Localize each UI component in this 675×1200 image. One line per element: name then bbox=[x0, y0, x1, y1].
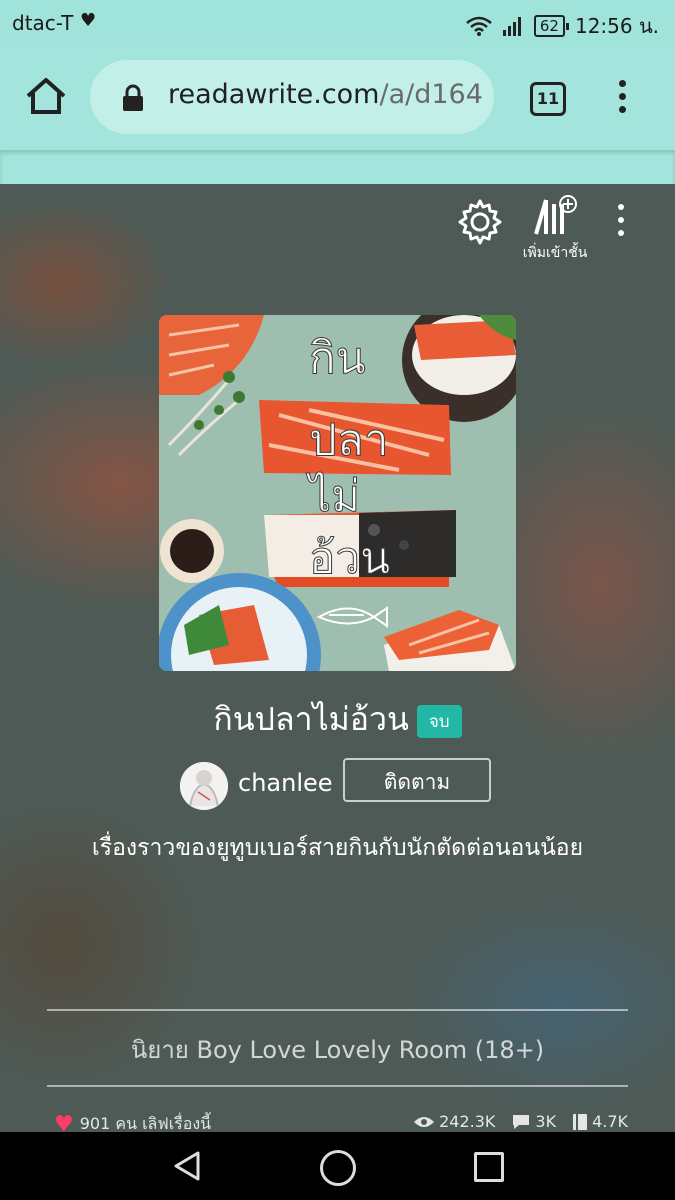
battery-icon: 62 bbox=[533, 15, 570, 37]
novel-title-row: กินปลาไม่อ้วน จบ bbox=[0, 694, 675, 745]
heart-icon: ♥ bbox=[54, 1112, 74, 1132]
browser-menu-icon[interactable] bbox=[612, 80, 632, 116]
count-stats: 242.3K 3K 4.7K bbox=[413, 1112, 628, 1131]
comments-count: 3K bbox=[535, 1112, 557, 1131]
health-icon: ♥ bbox=[80, 10, 97, 31]
add-shelf-icon bbox=[534, 195, 577, 235]
book-icon bbox=[573, 1113, 588, 1130]
author-avatar[interactable] bbox=[180, 762, 228, 810]
novel-title: กินปลาไม่อ้วน bbox=[213, 700, 409, 738]
chapters-stat: 4.7K bbox=[572, 1112, 628, 1131]
novel-stats: ♥ 901 คน เลิฟเรื่องนี้ 242.3K 3K 4.7K bbox=[0, 1108, 675, 1132]
follow-button[interactable]: ติดตาม bbox=[343, 758, 491, 802]
chapters-count: 4.7K bbox=[592, 1112, 628, 1131]
add-to-shelf-button[interactable]: เพิ่มเข้าชั้น bbox=[514, 194, 596, 264]
browser-toolbar: readawrite.com/a/d164 11 bbox=[0, 46, 675, 150]
settings-gear-icon[interactable] bbox=[456, 198, 504, 246]
url-domain: readawrite.com bbox=[168, 79, 380, 110]
comment-icon bbox=[513, 1114, 530, 1129]
system-nav-bar bbox=[0, 1132, 675, 1200]
views-count: 242.3K bbox=[439, 1112, 496, 1131]
tab-switcher-button[interactable]: 11 bbox=[530, 82, 566, 116]
lock-icon bbox=[123, 84, 143, 111]
recent-apps-icon[interactable] bbox=[474, 1152, 504, 1182]
comments-stat: 3K bbox=[511, 1112, 556, 1131]
cover-title-line: ปลา bbox=[309, 415, 389, 466]
carrier-name: dtac-T bbox=[12, 11, 74, 35]
home-icon[interactable] bbox=[24, 76, 68, 116]
back-icon[interactable] bbox=[172, 1150, 202, 1182]
likes-text: 901 คน เลิฟเรื่องนี้ bbox=[79, 1114, 212, 1132]
cover-title-line: ไม่ bbox=[306, 471, 360, 522]
author-name[interactable]: chanlee bbox=[238, 769, 333, 797]
eye-icon bbox=[414, 1116, 435, 1127]
add-shelf-label: เพิ่มเข้าชั้น bbox=[522, 245, 588, 261]
more-options-icon[interactable] bbox=[618, 204, 628, 244]
likes-stat[interactable]: ♥ 901 คน เลิฟเรื่องนี้ bbox=[54, 1112, 211, 1132]
cover-title-line: อ้วน bbox=[309, 533, 390, 584]
novel-description: เรื่องราวของยูทูบเบอร์สายกินกับนักตัดต่อ… bbox=[91, 835, 584, 861]
page-header-strip bbox=[0, 150, 675, 184]
views-stat: 242.3K bbox=[413, 1112, 495, 1131]
url-path: /a/d164 bbox=[379, 79, 483, 110]
divider bbox=[47, 1085, 628, 1087]
cover-title-line: กิน bbox=[309, 333, 366, 384]
address-bar[interactable]: readawrite.com/a/d164 bbox=[90, 60, 494, 134]
novel-cover-image: กิน ปลา ไม่ อ้วน bbox=[159, 315, 516, 671]
home-nav-icon[interactable] bbox=[320, 1150, 356, 1186]
url-text[interactable]: readawrite.com/a/d164 bbox=[168, 79, 483, 110]
status-right: 62 12:56 น. bbox=[466, 10, 659, 42]
divider bbox=[47, 1009, 628, 1011]
cover-illustration: กิน ปลา ไม่ อ้วน bbox=[159, 315, 516, 671]
wifi-icon bbox=[466, 16, 492, 36]
status-badge: จบ bbox=[416, 704, 462, 738]
signal-icon bbox=[502, 17, 521, 36]
status-bar: dtac-T ♥ 62 12:56 น. bbox=[0, 0, 675, 46]
clock: 12:56 น. bbox=[574, 14, 659, 38]
novel-page: เพิ่มเข้าชั้น กิน ปลา ไม่ อ้วน กินปลาไม่… bbox=[0, 184, 675, 1132]
novel-category[interactable]: นิยาย Boy Love Lovely Room (18+) bbox=[0, 1030, 675, 1069]
